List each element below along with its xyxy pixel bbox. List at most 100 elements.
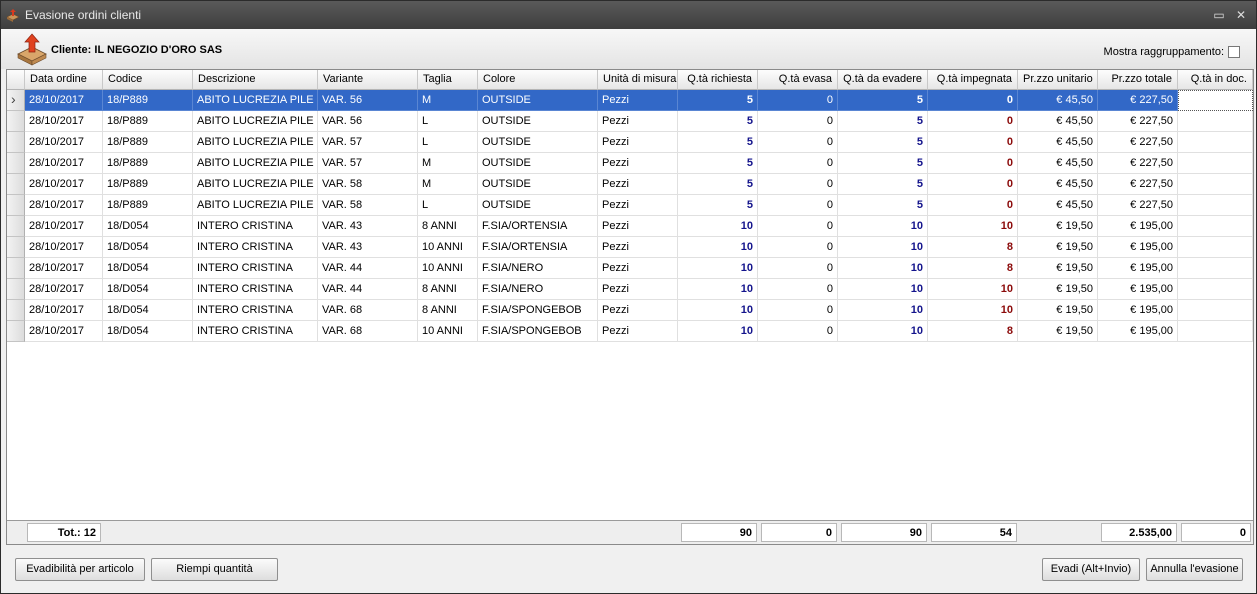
cell-code[interactable]: 18/D054 — [103, 216, 193, 237]
cell-shipped[interactable]: 0 — [758, 237, 838, 258]
cell-description[interactable]: ABITO LUCREZIA PILE — [193, 90, 318, 111]
cell-variant[interactable]: VAR. 56 — [318, 90, 418, 111]
cell-color[interactable]: F.SIA/NERO — [478, 279, 598, 300]
cell-variant[interactable]: VAR. 44 — [318, 258, 418, 279]
cell-in-doc[interactable] — [1178, 132, 1253, 153]
row-indicator[interactable] — [7, 321, 25, 342]
cell-date[interactable]: 28/10/2017 — [25, 90, 103, 111]
grouping-checkbox[interactable] — [1228, 46, 1240, 58]
cell-total[interactable]: € 227,50 — [1098, 174, 1178, 195]
row-indicator[interactable] — [7, 300, 25, 321]
cell-in-doc[interactable] — [1178, 300, 1253, 321]
cell-code[interactable]: 18/D054 — [103, 258, 193, 279]
row-indicator[interactable] — [7, 237, 25, 258]
cell-shipped[interactable]: 0 — [758, 300, 838, 321]
cell-uom[interactable]: Pezzi — [598, 174, 678, 195]
column-header-uom[interactable]: Unità di misura — [598, 70, 678, 90]
cell-date[interactable]: 28/10/2017 — [25, 195, 103, 216]
table-row[interactable]: 28/10/2017 18/D054 INTERO CRISTINA VAR. 68 1… — [7, 321, 1253, 342]
cell-date[interactable]: 28/10/2017 — [25, 111, 103, 132]
cell-code[interactable]: 18/P889 — [103, 90, 193, 111]
table-row[interactable]: 28/10/2017 18/D054 INTERO CRISTINA VAR. 44 8… — [7, 279, 1253, 300]
cell-committed[interactable]: 8 — [928, 258, 1018, 279]
cell-committed[interactable]: 0 — [928, 174, 1018, 195]
cell-date[interactable]: 28/10/2017 — [25, 174, 103, 195]
cell-shipped[interactable]: 0 — [758, 153, 838, 174]
cell-in-doc[interactable] — [1178, 279, 1253, 300]
cell-description[interactable]: INTERO CRISTINA — [193, 321, 318, 342]
row-indicator[interactable] — [7, 153, 25, 174]
row-indicator[interactable] — [7, 132, 25, 153]
cell-shipped[interactable]: 0 — [758, 216, 838, 237]
row-indicator[interactable] — [7, 174, 25, 195]
cell-description[interactable]: INTERO CRISTINA — [193, 237, 318, 258]
column-header-variant[interactable]: Variante — [318, 70, 418, 90]
cell-description[interactable]: ABITO LUCREZIA PILE — [193, 174, 318, 195]
cell-size[interactable]: 8 ANNI — [418, 300, 478, 321]
cell-date[interactable]: 28/10/2017 — [25, 279, 103, 300]
cell-in-doc[interactable] — [1178, 153, 1253, 174]
cell-shipped[interactable]: 0 — [758, 195, 838, 216]
cell-unit-price[interactable]: € 45,50 — [1018, 90, 1098, 111]
cell-total[interactable]: € 195,00 — [1098, 216, 1178, 237]
row-indicator[interactable] — [7, 258, 25, 279]
cell-date[interactable]: 28/10/2017 — [25, 300, 103, 321]
cell-to-ship[interactable]: 5 — [838, 111, 928, 132]
column-header-total[interactable]: Pr.zzo totale — [1098, 70, 1178, 90]
column-header-date[interactable]: Data ordine — [25, 70, 103, 90]
cell-size[interactable]: L — [418, 132, 478, 153]
cell-variant[interactable]: VAR. 68 — [318, 300, 418, 321]
cell-requested[interactable]: 10 — [678, 258, 758, 279]
cell-committed[interactable]: 10 — [928, 279, 1018, 300]
cell-requested[interactable]: 5 — [678, 174, 758, 195]
cell-size[interactable]: M — [418, 174, 478, 195]
cell-variant[interactable]: VAR. 58 — [318, 174, 418, 195]
cell-unit-price[interactable]: € 19,50 — [1018, 258, 1098, 279]
cell-committed[interactable]: 8 — [928, 321, 1018, 342]
cell-to-ship[interactable]: 5 — [838, 153, 928, 174]
cell-unit-price[interactable]: € 45,50 — [1018, 195, 1098, 216]
cell-size[interactable]: M — [418, 90, 478, 111]
cell-requested[interactable]: 10 — [678, 321, 758, 342]
cell-to-ship[interactable]: 10 — [838, 300, 928, 321]
cell-variant[interactable]: VAR. 68 — [318, 321, 418, 342]
cell-color[interactable]: F.SIA/ORTENSIA — [478, 237, 598, 258]
cell-total[interactable]: € 195,00 — [1098, 237, 1178, 258]
cell-shipped[interactable]: 0 — [758, 132, 838, 153]
row-indicator[interactable] — [7, 279, 25, 300]
cell-description[interactable]: INTERO CRISTINA — [193, 258, 318, 279]
column-header-size[interactable]: Taglia — [418, 70, 478, 90]
cell-color[interactable]: F.SIA/SPONGEBOB — [478, 321, 598, 342]
cell-requested[interactable]: 5 — [678, 195, 758, 216]
cell-committed[interactable]: 0 — [928, 111, 1018, 132]
cell-total[interactable]: € 195,00 — [1098, 300, 1178, 321]
cell-requested[interactable]: 10 — [678, 279, 758, 300]
cell-color[interactable]: OUTSIDE — [478, 111, 598, 132]
fill-quantity-button[interactable]: Riempi quantità — [151, 558, 278, 581]
table-row[interactable]: 28/10/201718/P889ABITO LUCREZIA PILEVAR.… — [7, 174, 1253, 195]
cell-in-doc[interactable] — [1178, 111, 1253, 132]
column-header-shipped[interactable]: Q.tà evasa — [758, 70, 838, 90]
cell-code[interactable]: 18/P889 — [103, 174, 193, 195]
table-row[interactable]: 28/10/201718/P889ABITO LUCREZIA PILEVAR.… — [7, 111, 1253, 132]
row-indicator[interactable] — [7, 111, 25, 132]
cell-in-doc[interactable] — [1178, 90, 1253, 111]
cell-shipped[interactable]: 0 — [758, 90, 838, 111]
cell-description[interactable]: ABITO LUCREZIA PILE — [193, 195, 318, 216]
cell-requested[interactable]: 5 — [678, 111, 758, 132]
cell-to-ship[interactable]: 5 — [838, 90, 928, 111]
table-row[interactable]: 28/10/201718/P889ABITO LUCREZIA PILEVAR.… — [7, 195, 1253, 216]
cell-uom[interactable]: Pezzi — [598, 216, 678, 237]
cell-shipped[interactable]: 0 — [758, 258, 838, 279]
cell-code[interactable]: 18/P889 — [103, 195, 193, 216]
cell-shipped[interactable]: 0 — [758, 321, 838, 342]
table-row[interactable]: 28/10/201718/P889ABITO LUCREZIA PILEVAR.… — [7, 153, 1253, 174]
cell-size[interactable]: L — [418, 111, 478, 132]
cell-color[interactable]: F.SIA/ORTENSIA — [478, 216, 598, 237]
cell-size[interactable]: 10 ANNI — [418, 321, 478, 342]
cell-unit-price[interactable]: € 45,50 — [1018, 111, 1098, 132]
column-header-color[interactable]: Colore — [478, 70, 598, 90]
cell-to-ship[interactable]: 10 — [838, 258, 928, 279]
cell-size[interactable]: 10 ANNI — [418, 258, 478, 279]
cell-requested[interactable]: 5 — [678, 90, 758, 111]
